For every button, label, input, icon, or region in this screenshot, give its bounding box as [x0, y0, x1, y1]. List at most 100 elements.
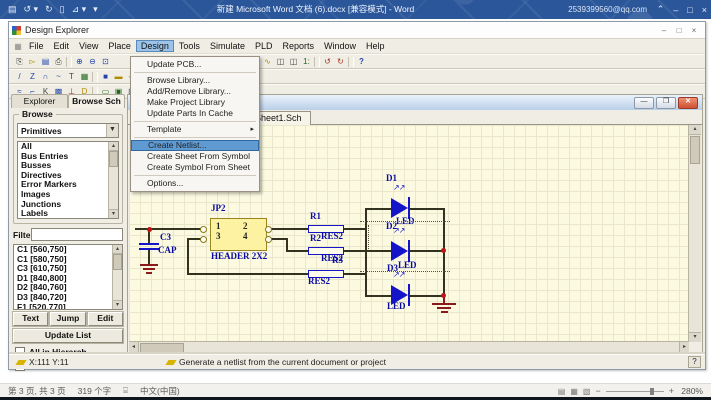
value-label[interactable]: RES2	[308, 277, 330, 286]
value-label[interactable]: HEADER 2X2	[211, 252, 267, 261]
ground-bar[interactable]	[140, 264, 158, 266]
zoom-slider-thumb[interactable]	[650, 388, 654, 395]
image-icon[interactable]: ▦	[78, 71, 91, 82]
page-info[interactable]: 第 3 页, 共 3 页	[8, 385, 66, 397]
print-icon[interactable]: ⎙	[52, 56, 65, 67]
filled-rect-icon[interactable]: ▬	[112, 71, 125, 82]
wire[interactable]	[365, 208, 391, 210]
save-icon[interactable]: ▤	[39, 56, 52, 67]
menu-item-options[interactable]: Options...	[131, 178, 259, 189]
edit-button[interactable]: Edit	[88, 312, 123, 326]
menu-reports[interactable]: Reports	[277, 40, 319, 52]
scroll-thumb[interactable]	[690, 136, 700, 164]
menu-item-create-netlist[interactable]: Create Netlist...	[131, 140, 259, 151]
open-icon[interactable]: ▻	[26, 56, 39, 67]
menu-view[interactable]: View	[74, 40, 103, 52]
menu-item-make-project-library[interactable]: Make Project Library	[131, 97, 259, 108]
annotate-icon[interactable]: 1:	[300, 56, 313, 67]
menu-item-update-pcb[interactable]: Update PCB...	[131, 59, 259, 70]
scrollbar[interactable]: ▴ ▾	[108, 142, 118, 218]
read-mode-icon[interactable]: ▤	[558, 387, 566, 396]
zoom-in-icon[interactable]: ⊕	[73, 56, 86, 67]
menu-item-template[interactable]: Template▸	[131, 124, 259, 135]
proofing-icon[interactable]: ⌸	[123, 386, 128, 396]
redo-icon[interactable]: ↻	[45, 4, 53, 15]
wire[interactable]	[343, 250, 391, 252]
scroll-thumb[interactable]	[140, 343, 184, 353]
save-icon[interactable]: ▤	[8, 4, 17, 15]
language-label[interactable]: 中文(中国)	[140, 385, 180, 397]
waveform-icon[interactable]: ∿	[261, 56, 274, 67]
word-count[interactable]: 319 个字	[78, 385, 112, 397]
netlist-b-icon[interactable]: ◫	[287, 56, 300, 67]
designator-label[interactable]: R2	[310, 234, 321, 243]
doc-close-button[interactable]: ✕	[678, 97, 698, 109]
wire[interactable]	[410, 250, 443, 252]
update-list-button[interactable]: Update List	[13, 329, 123, 343]
wire[interactable]	[268, 228, 308, 230]
polygon-icon[interactable]: Z	[26, 71, 39, 82]
menu-simulate[interactable]: Simulate	[205, 40, 250, 52]
new-document-icon[interactable]: ▯	[60, 4, 65, 15]
menu-pld[interactable]: PLD	[250, 40, 278, 52]
ground-bar[interactable]	[432, 303, 456, 305]
wire[interactable]	[343, 273, 365, 275]
designator-label[interactable]: D1	[386, 174, 397, 183]
app-maximize-button[interactable]: □	[673, 26, 685, 35]
designator-label[interactable]: C3	[160, 233, 171, 242]
undo-icon[interactable]: ↺	[321, 56, 334, 67]
tab-browse-sch[interactable]: Browse Sch	[68, 94, 125, 108]
wire[interactable]	[135, 228, 205, 230]
web-layout-icon[interactable]: ▧	[583, 387, 591, 396]
scroll-up-icon[interactable]: ▴	[689, 125, 701, 135]
wire[interactable]	[410, 208, 443, 210]
format-painter-icon[interactable]: ⊿ ▾	[72, 4, 87, 15]
word-minimize-button[interactable]: –	[673, 5, 678, 15]
vertical-scrollbar[interactable]: ▴ ▾	[688, 125, 701, 342]
doc-restore-button[interactable]: ❐	[656, 97, 676, 109]
menu-edit[interactable]: Edit	[49, 40, 75, 52]
line-icon[interactable]: /	[13, 71, 26, 82]
zoom-out-icon[interactable]: −	[595, 386, 600, 396]
menu-place[interactable]: Place	[103, 40, 136, 52]
zoom-slider[interactable]	[606, 391, 664, 392]
arc-icon[interactable]: ∩	[39, 71, 52, 82]
filter-input[interactable]	[31, 228, 123, 241]
zoom-in-icon[interactable]: +	[669, 386, 674, 396]
menu-file[interactable]: File	[24, 40, 49, 52]
capacitor-plate[interactable]	[139, 243, 159, 245]
menu-window[interactable]: Window	[319, 40, 361, 52]
menu-design[interactable]: Design	[136, 40, 174, 52]
value-label[interactable]: CAP	[158, 246, 177, 255]
wire[interactable]	[187, 273, 308, 275]
wire[interactable]	[410, 295, 443, 297]
scroll-down-icon[interactable]: ▾	[109, 209, 118, 218]
scrollbar[interactable]: ▴ ▾	[112, 245, 122, 309]
word-close-button[interactable]: ×	[702, 5, 707, 15]
menu-tools[interactable]: Tools	[174, 40, 205, 52]
led-d1[interactable]	[391, 198, 408, 218]
menu-item-create-symbol-from-sheet[interactable]: Create Symbol From Sheet	[131, 162, 259, 173]
scroll-right-icon[interactable]: ▸	[679, 342, 689, 353]
scroll-up-icon[interactable]: ▴	[109, 142, 118, 151]
rect-icon[interactable]: ■	[99, 71, 112, 82]
menu-item-add-remove-library[interactable]: Add/Remove Library...	[131, 86, 259, 97]
menu-help[interactable]: Help	[361, 40, 390, 52]
scroll-down-icon[interactable]: ▾	[689, 332, 701, 342]
redo-icon[interactable]: ↻	[334, 56, 347, 67]
print-layout-icon[interactable]: ▦	[570, 387, 578, 396]
netlist-a-icon[interactable]: ◫	[274, 56, 287, 67]
menu-item-update-parts-in-cache[interactable]: Update Parts In Cache	[131, 108, 259, 119]
doc-minimize-button[interactable]: —	[634, 97, 654, 109]
account-label[interactable]: 2539399560@qq.com	[568, 0, 647, 19]
ribbon-options-icon[interactable]: ⌃	[657, 4, 665, 15]
text-button[interactable]: Text	[13, 312, 48, 326]
qat-more-icon[interactable]: ▾	[93, 4, 98, 15]
undo-icon[interactable]: ↺ ▾	[24, 4, 39, 15]
list-item[interactable]: Labels	[18, 209, 118, 219]
system-menu-icon[interactable]: ▦	[12, 42, 24, 51]
capacitor-plate[interactable]	[139, 248, 159, 250]
app-minimize-button[interactable]: –	[658, 26, 670, 35]
wire[interactable]	[365, 295, 391, 297]
select-icon[interactable]: ⎘	[13, 56, 26, 67]
